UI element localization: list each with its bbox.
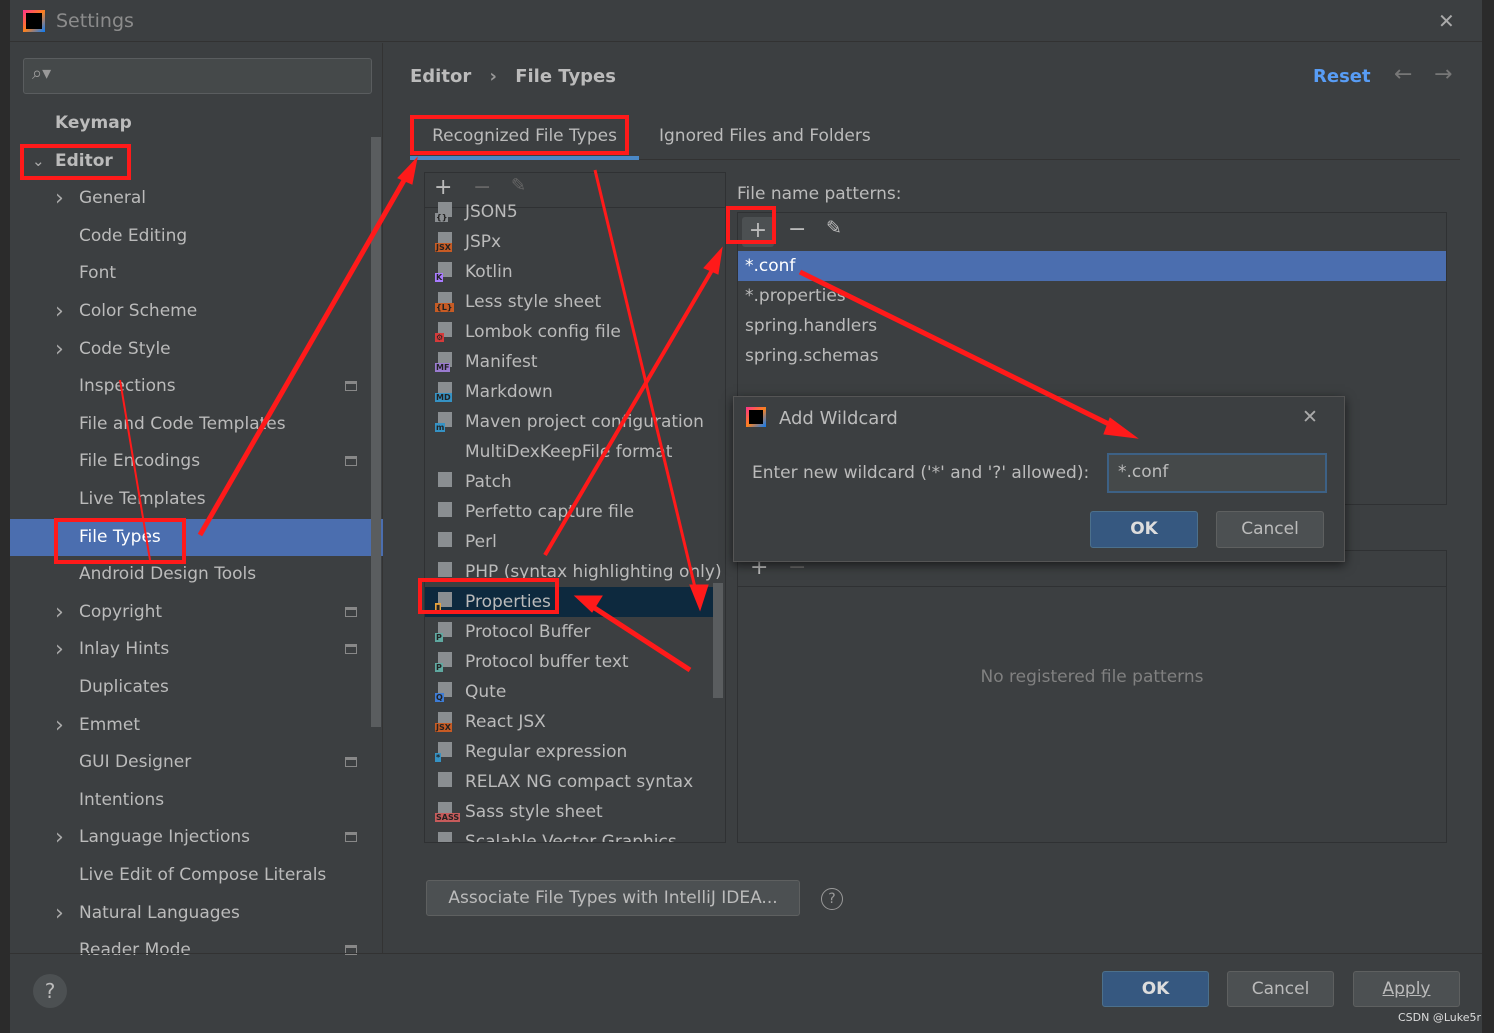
annotation-box-editor [20, 144, 131, 180]
annotation-overlay [20, 115, 1139, 673]
annotation-box-add-button [726, 206, 776, 244]
annotation-arrow [798, 269, 1127, 435]
annotation-arrow [543, 258, 720, 557]
annotation-arrow [197, 168, 413, 537]
annotation-box-properties [418, 578, 559, 614]
annotation-box-recognized-tab [410, 115, 629, 155]
annotation-arrow [119, 379, 151, 561]
annotation-arrow [588, 602, 692, 673]
annotation-box-file-types [54, 518, 186, 564]
